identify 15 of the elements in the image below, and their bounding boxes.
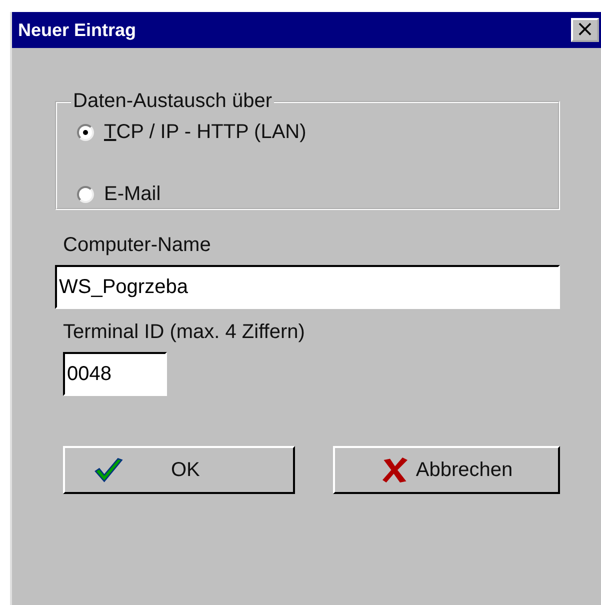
input-field[interactable]: WS_Pogrzeba <box>55 265 560 309</box>
close-button[interactable]: × <box>571 18 599 42</box>
checkmark-icon <box>93 455 123 485</box>
field-label: Computer-Name <box>63 234 211 257</box>
radio-label[interactable]: E-Mail <box>104 183 161 206</box>
ok-button[interactable]: OK <box>63 446 295 494</box>
radio-label[interactable]: TCP / IP - HTTP (LAN) <box>104 121 306 144</box>
radio-button[interactable] <box>77 124 94 141</box>
window-title: Neuer Eintrag <box>18 20 136 40</box>
cancel-button[interactable]: Abbrechen <box>332 446 560 494</box>
cross-icon <box>380 455 410 485</box>
radio-button[interactable] <box>77 186 94 203</box>
group-label: Daten-Austausch über <box>72 90 274 113</box>
input-field[interactable]: 0048 <box>63 352 167 396</box>
field-label: Terminal ID (max. 4 Ziffern) <box>63 321 305 344</box>
